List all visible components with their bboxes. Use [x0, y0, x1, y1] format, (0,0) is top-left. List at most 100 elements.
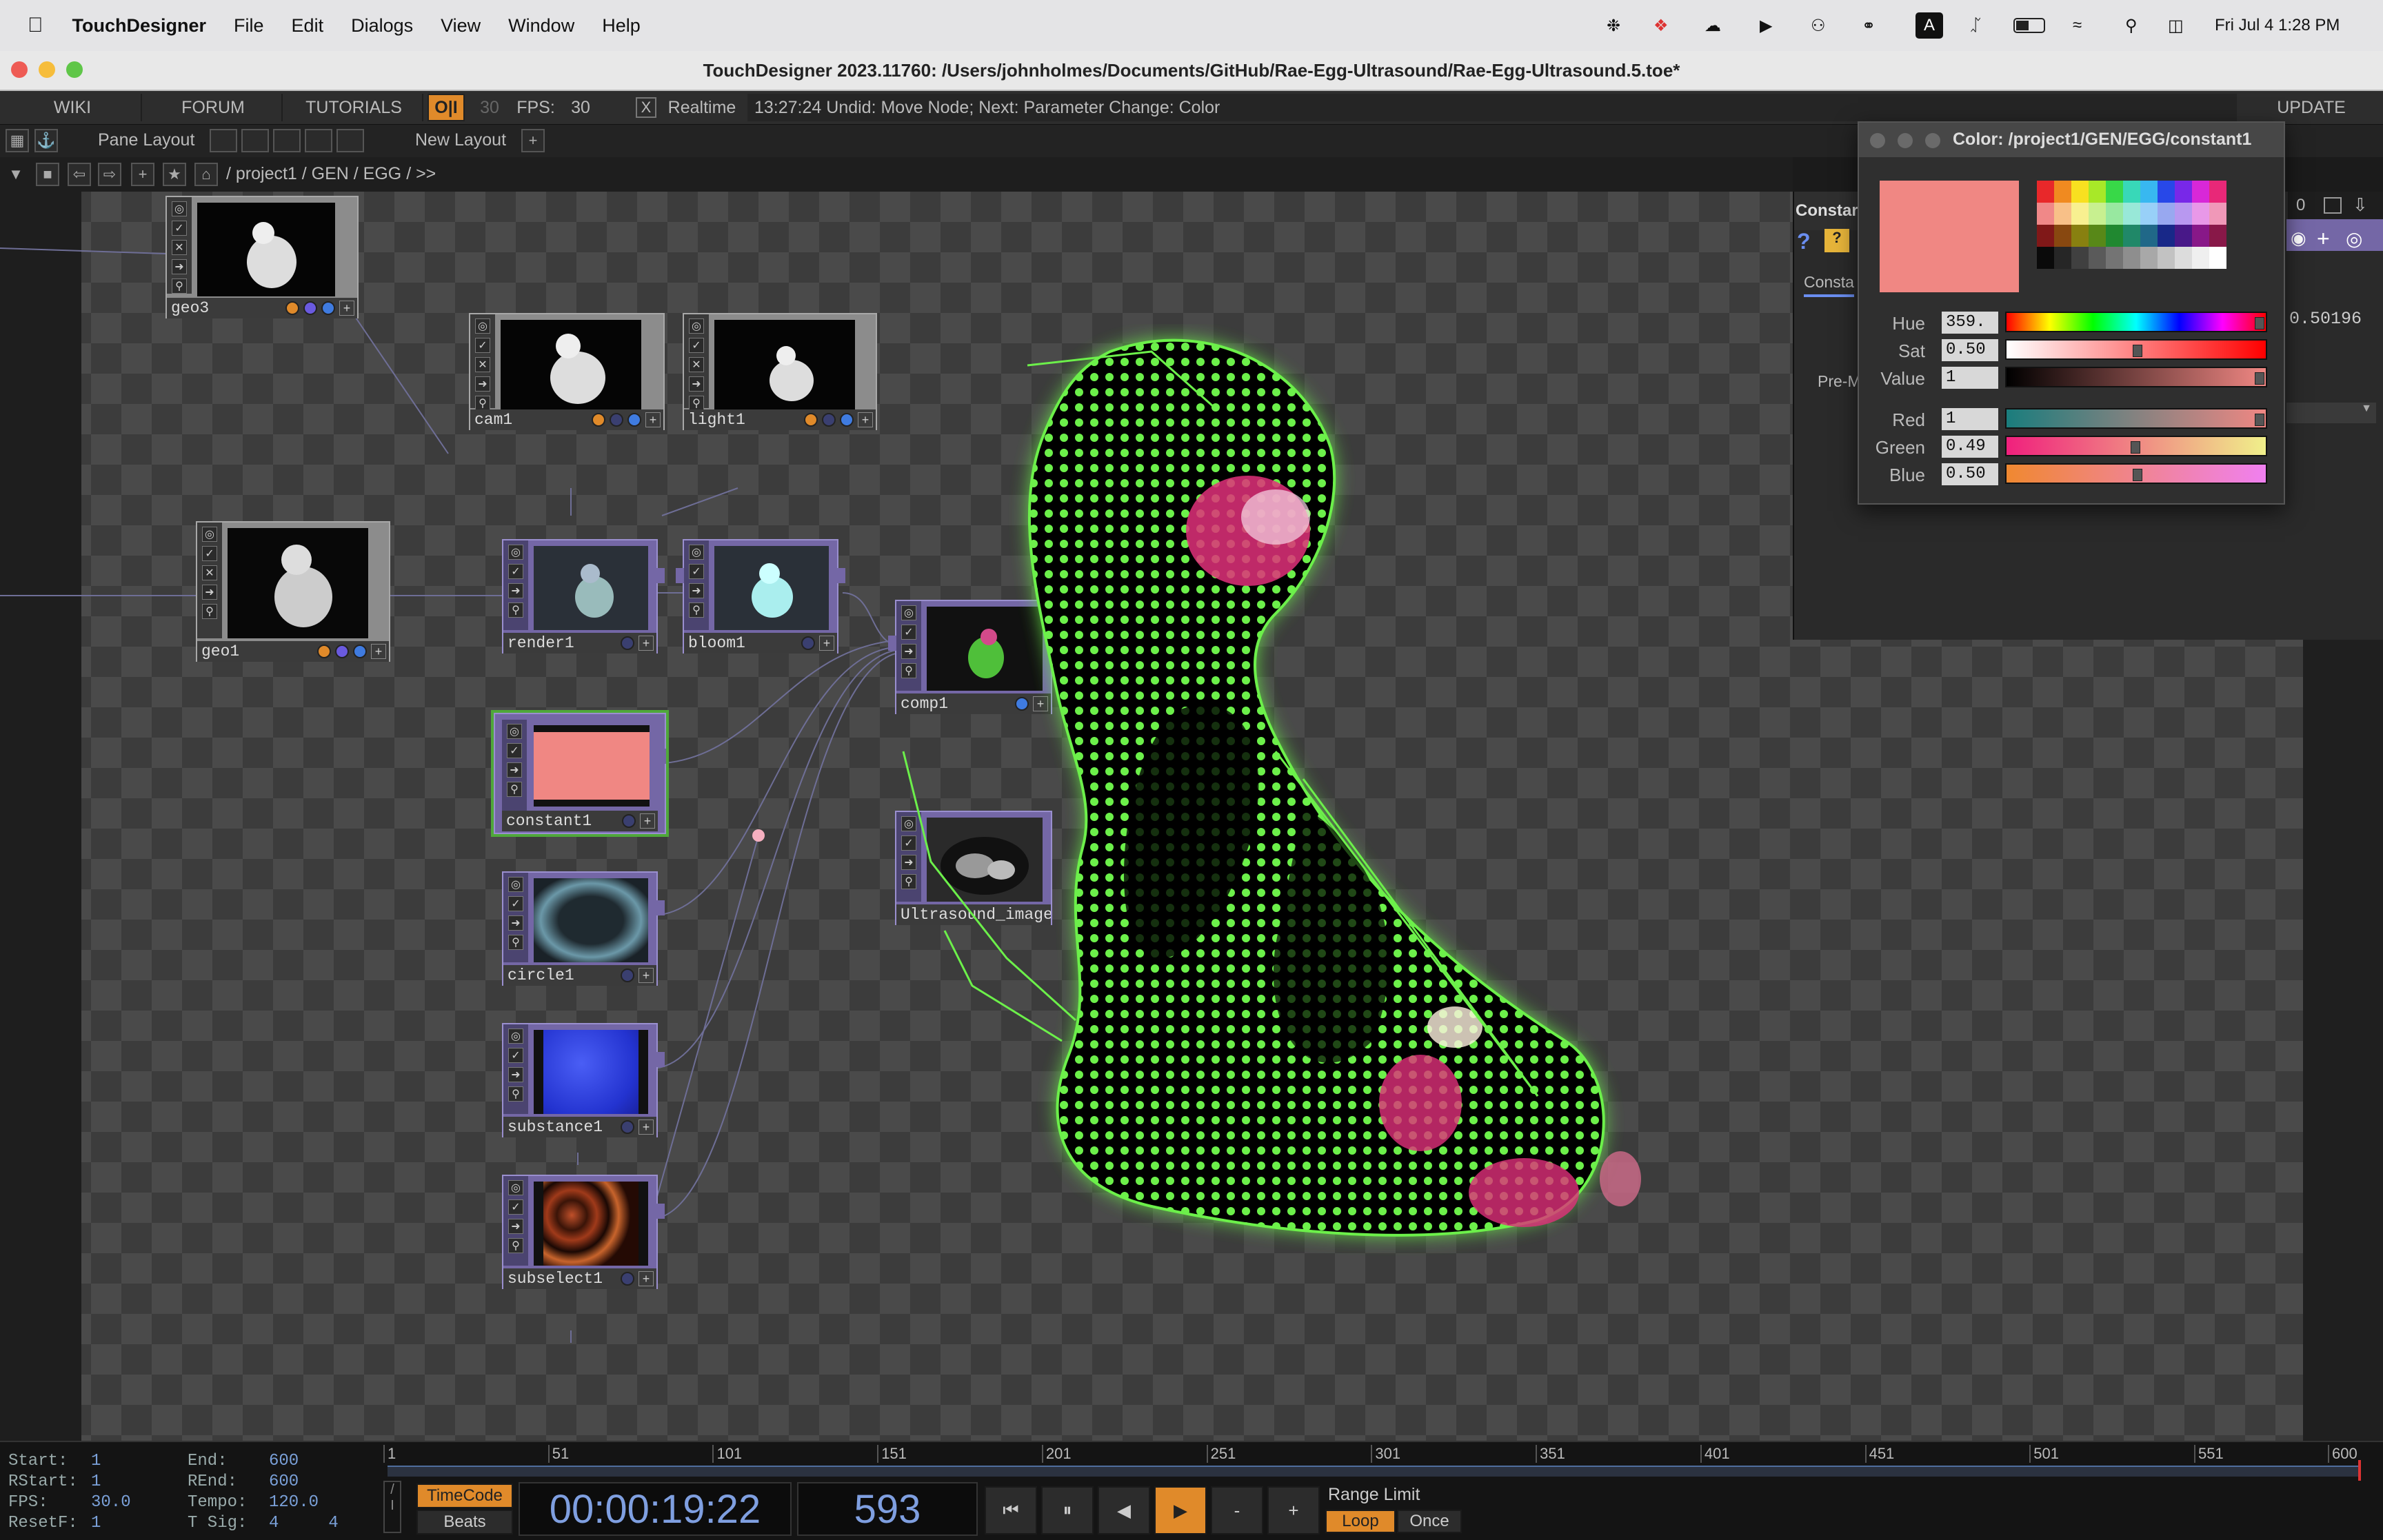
- display-flag-icon[interactable]: ➜: [202, 585, 217, 600]
- node-viewer-dots[interactable]: +: [317, 644, 386, 659]
- forum-button[interactable]: FORUM: [145, 94, 283, 121]
- window-zoom-button[interactable]: [66, 61, 83, 78]
- add-layout-button[interactable]: +: [521, 129, 545, 152]
- hue-field[interactable]: 359.: [1942, 312, 1998, 334]
- frame-display[interactable]: 593: [797, 1482, 978, 1536]
- timecode-mode-button[interactable]: TimeCode: [416, 1483, 513, 1508]
- node-viewer-dots[interactable]: +: [621, 636, 654, 651]
- display-flag-icon[interactable]: ➜: [475, 376, 490, 392]
- update-button[interactable]: UPDATE: [2242, 94, 2380, 121]
- input-source-badge[interactable]: A: [1916, 12, 1943, 39]
- playhead[interactable]: [2358, 1460, 2361, 1481]
- timeline-ruler[interactable]: 1 51 101 151 201 251 301 351 401 451 501 551 600: [383, 1443, 2362, 1464]
- node-viewer-dots[interactable]: +: [621, 1119, 654, 1135]
- menu-file[interactable]: File: [234, 15, 264, 37]
- output-connector[interactable]: [656, 900, 665, 915]
- output-connector[interactable]: [658, 749, 666, 764]
- bypass-flag-icon[interactable]: ✕: [172, 240, 187, 255]
- display-flag-icon[interactable]: ➜: [508, 915, 523, 931]
- apple-icon[interactable]: : [28, 14, 43, 37]
- help-icon[interactable]: ?: [1797, 229, 1811, 254]
- fps-target[interactable]: 30: [472, 94, 507, 121]
- bluetooth-icon[interactable]: ᛢ: [1971, 0, 1980, 51]
- viewer-flag-icon[interactable]: ◎: [508, 545, 523, 560]
- fps-timeline-value[interactable]: 30.0: [91, 1493, 131, 1512]
- realtime-checkbox[interactable]: X: [636, 97, 656, 118]
- start-value[interactable]: 1: [91, 1452, 101, 1470]
- red-slider[interactable]: [2005, 408, 2267, 429]
- anchor-icon[interactable]: ⚓: [34, 129, 58, 152]
- lock-flag-icon[interactable]: ⚲: [172, 278, 187, 294]
- python-icon[interactable]: ◉: [2291, 227, 2306, 249]
- add-icon[interactable]: +: [2317, 226, 2330, 252]
- lock-flag-icon[interactable]: ⚲: [475, 396, 490, 411]
- step-plus-button[interactable]: +: [1267, 1486, 1320, 1534]
- display-flag-icon[interactable]: ➜: [172, 259, 187, 274]
- node-render1[interactable]: ◎ ✓ ➜ ⚲ render1 +: [502, 539, 665, 654]
- color-dialog[interactable]: Color: /project1/GEN/EGG/constant1 Hue 3…: [1858, 121, 2285, 505]
- lock-flag-icon[interactable]: ⚲: [689, 602, 704, 618]
- dialog-zoom-button[interactable]: [1925, 133, 1940, 148]
- step-back-button[interactable]: ◀: [1098, 1486, 1150, 1534]
- node-bloom1[interactable]: ◎ ✓ ➜ ⚲ bloom1 +: [676, 539, 845, 654]
- green-field[interactable]: 0.49: [1942, 436, 1998, 458]
- sat-field[interactable]: 0.50: [1942, 339, 1998, 361]
- tempo-readout[interactable]: Tempo:: [188, 1493, 247, 1512]
- sat-slider[interactable]: [2005, 339, 2267, 360]
- once-button[interactable]: Once: [1397, 1510, 1462, 1533]
- layout-triple-icon[interactable]: [305, 129, 332, 152]
- menu-app-name[interactable]: TouchDesigner: [72, 15, 207, 37]
- viewer-flag-icon[interactable]: ◎: [689, 318, 704, 334]
- param-dropdown-chevron-icon[interactable]: ▼: [2286, 403, 2376, 423]
- layout-split-v-icon[interactable]: [241, 129, 269, 152]
- output-connector[interactable]: [656, 568, 665, 583]
- node-viewer-dots[interactable]: +: [621, 1271, 654, 1286]
- step-minus-button[interactable]: -: [1211, 1486, 1263, 1534]
- menu-help[interactable]: Help: [602, 15, 641, 37]
- red-field[interactable]: 1: [1942, 408, 1998, 430]
- tsig-readout[interactable]: T Sig:: [188, 1514, 247, 1532]
- dialog-minimize-button[interactable]: [1898, 133, 1913, 148]
- node-constant1[interactable]: ◎ ✓ ➜ ⚲ constant1 +: [491, 710, 669, 837]
- headphones-icon[interactable]: ⚭: [1862, 0, 1876, 51]
- lock-flag-icon[interactable]: ⚲: [202, 604, 217, 619]
- timecode-display[interactable]: 00:00:19:22: [519, 1482, 792, 1536]
- viewer-flag-icon[interactable]: ◎: [507, 724, 522, 739]
- control-center-icon[interactable]: ◫: [2168, 0, 2184, 51]
- layout-quad-icon[interactable]: [336, 129, 364, 152]
- dialog-close-button[interactable]: [1870, 133, 1885, 148]
- value-field[interactable]: 1: [1942, 367, 1998, 389]
- pause-button[interactable]: ⏸: [1041, 1486, 1094, 1534]
- bypass-flag-icon[interactable]: ✕: [689, 357, 704, 372]
- green-slider[interactable]: [2005, 436, 2267, 456]
- node-substance1[interactable]: ◎ ✓ ➜ ⚲ substance1 +: [502, 1023, 665, 1137]
- start-readout[interactable]: Start:: [8, 1452, 68, 1470]
- node-viewer-dots[interactable]: +: [622, 813, 655, 829]
- node-light1[interactable]: ◎ ✓ ✕ ➜ ⚲ light1 +: [683, 313, 877, 430]
- network-path[interactable]: / project1 / GEN / EGG / >>: [226, 164, 436, 184]
- maximize-pane-icon[interactable]: [2324, 197, 2342, 214]
- cloud-status-icon[interactable]: ☁: [1705, 0, 1721, 51]
- tsig-value[interactable]: 4 4: [269, 1514, 339, 1532]
- display-flag-icon[interactable]: ➜: [508, 583, 523, 598]
- timeline-range-bar[interactable]: [388, 1460, 2361, 1481]
- display-flag-icon[interactable]: ➜: [689, 376, 704, 392]
- blue-slider[interactable]: [2005, 463, 2267, 484]
- bypass-flag-icon[interactable]: ✕: [475, 357, 490, 372]
- layout-split-h-icon[interactable]: [273, 129, 301, 152]
- render-flag-icon[interactable]: ✓: [172, 221, 187, 236]
- forward-arrow-icon[interactable]: ⇨: [98, 163, 121, 186]
- end-readout[interactable]: End:: [188, 1452, 228, 1470]
- layout-single-icon[interactable]: [210, 129, 237, 152]
- wifi-icon[interactable]: ≈: [2073, 0, 2082, 51]
- node-viewer-dots[interactable]: +: [801, 636, 834, 651]
- color-dialog-titlebar[interactable]: Color: /project1/GEN/EGG/constant1: [1859, 123, 2284, 157]
- tempo-value[interactable]: 120.0: [269, 1493, 319, 1512]
- node-viewer-dots[interactable]: +: [804, 412, 873, 427]
- tutorials-button[interactable]: TUTORIALS: [285, 94, 423, 121]
- viewer-flag-icon[interactable]: ◎: [475, 318, 490, 334]
- lock-flag-icon[interactable]: ⚲: [508, 1238, 523, 1253]
- render-flag-icon[interactable]: ✓: [475, 338, 490, 353]
- render-flag-icon[interactable]: ✓: [508, 1048, 523, 1063]
- pane-split-icon[interactable]: ⇩: [2353, 194, 2368, 216]
